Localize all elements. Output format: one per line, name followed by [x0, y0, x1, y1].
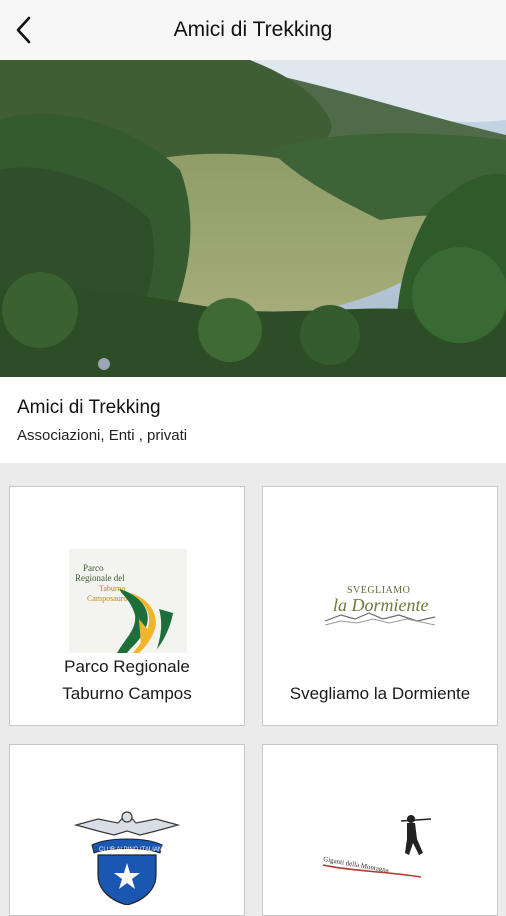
svg-text:CLUB ALPINO ITALIANO: CLUB ALPINO ITALIANO — [99, 847, 167, 853]
svg-text:la Dormiente: la Dormiente — [333, 595, 428, 615]
partner-card-cai[interactable]: CLUB ALPINO ITALIANO — [9, 744, 245, 916]
svg-text:Parco: Parco — [83, 563, 104, 573]
card-label-line2: Taburno Campos — [62, 684, 192, 703]
entity-category: Associazioni, Enti , privati — [17, 427, 188, 444]
page-title: Amici di Trekking — [173, 18, 333, 41]
partner-card-svegliamo[interactable]: SVEGLIAMO la Dormiente Svegliamo la Dorm… — [262, 486, 498, 726]
hero-image — [0, 60, 506, 377]
partner-card-giganti[interactable]: Giganti della Montagna — [262, 744, 498, 916]
partner-card-parco-taburno[interactable]: Parco Regionale del Taburno Camposauro P… — [9, 486, 245, 726]
card-label-line1: Parco Regionale — [64, 657, 190, 676]
svg-text:Camposauro: Camposauro — [87, 594, 127, 603]
parco-taburno-logo: Parco Regionale del Taburno Camposauro — [69, 549, 187, 667]
svegliamo-logo: SVEGLIAMO la Dormiente — [321, 549, 439, 667]
giganti-logo: Giganti della Montagna — [321, 805, 439, 915]
top-bar: Amici di Trekking — [0, 0, 506, 60]
svg-text:Regionale del: Regionale del — [75, 573, 125, 583]
cai-logo: CLUB ALPINO ITALIANO — [68, 805, 186, 915]
card-label: Svegliamo la Dormiente — [289, 684, 471, 703]
entity-name: Amici di Trekking — [17, 397, 161, 418]
entity-info: Amici di Trekking Associazioni, Enti , p… — [0, 377, 506, 463]
